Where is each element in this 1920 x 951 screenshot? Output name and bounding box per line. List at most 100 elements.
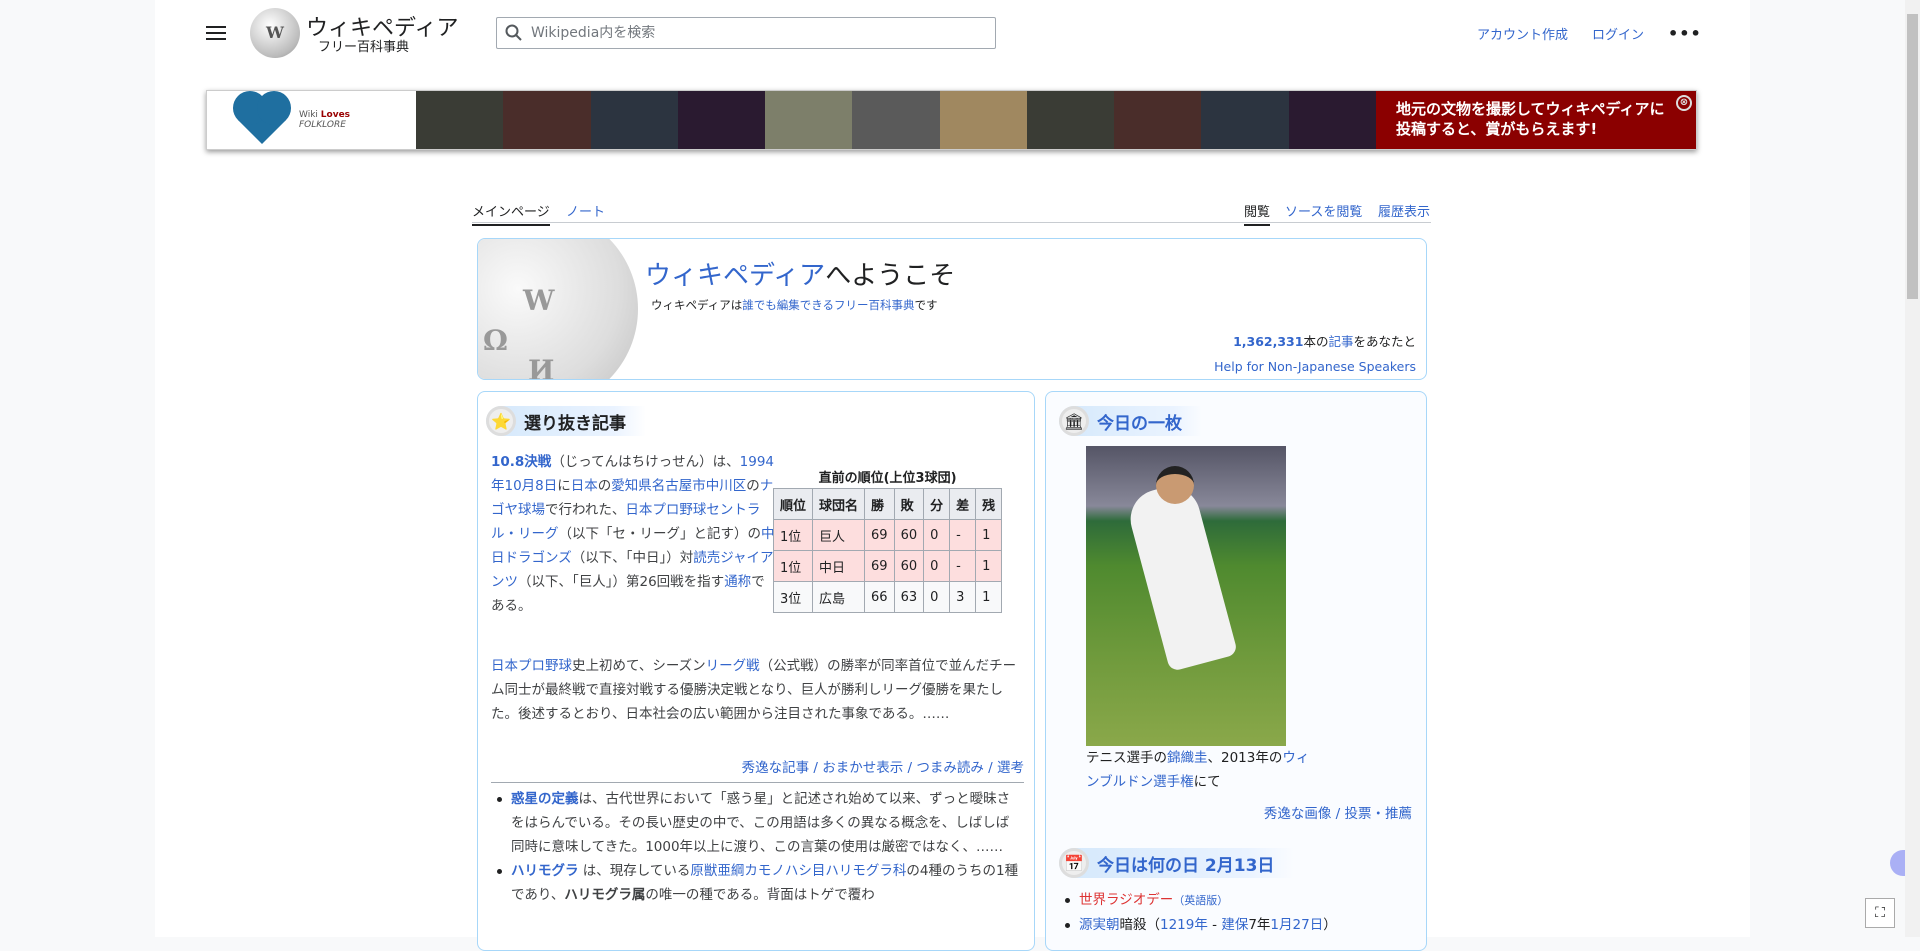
list-item: ハリモグラ は、現存している原獣亜綱カモノハシ目ハリモグラ科の4種のうちの1種で… xyxy=(491,859,1021,907)
search-input[interactable] xyxy=(531,25,971,41)
link[interactable]: 愛知県 xyxy=(611,478,652,494)
text: ウィキペディアは xyxy=(651,298,743,312)
table-row: 1位 巨人 69 60 0-1 xyxy=(772,519,1003,551)
scrollbar-thumb[interactable] xyxy=(1907,14,1918,299)
featured-article-box: ⭐ 選り抜き記事 10.8決戦（じってんはちけっせん）は、1994年10月8日に日… xyxy=(477,391,1035,951)
tab-main-page[interactable]: メインページ xyxy=(472,201,550,226)
museum-icon: 🏛 xyxy=(1059,406,1089,436)
text: 本の xyxy=(1303,334,1329,349)
text: テニス選手の xyxy=(1086,750,1167,766)
welcome-title-link[interactable]: ウィキペディア xyxy=(645,261,825,291)
featured-pictures-link[interactable]: 秀逸な画像 xyxy=(1264,806,1332,822)
link[interactable]: 源実朝 xyxy=(1079,917,1120,933)
text: ハリモグラ属 xyxy=(564,887,646,903)
login-link[interactable]: ログイン xyxy=(1592,24,1644,43)
column-header: 順位 xyxy=(772,488,814,520)
random-link[interactable]: おまかせ表示 xyxy=(822,760,903,776)
fullscreen-icon[interactable]: ⛶ xyxy=(1865,898,1895,928)
section-title: 今日は何の日 2月13日 xyxy=(1097,855,1275,876)
link[interactable]: 日本プロ野球 xyxy=(491,658,572,674)
cell: 60 xyxy=(893,519,925,551)
link[interactable]: 名古屋市 xyxy=(652,478,706,494)
cell: 巨人 xyxy=(812,519,866,551)
page-tabs: メインページ ノート 閲覧 ソースを閲覧 履歴表示 xyxy=(472,198,1431,226)
column-header: 球団名 xyxy=(812,488,866,520)
cell: 中日 xyxy=(812,550,866,582)
cell: 1位 xyxy=(772,550,814,582)
link[interactable]: 10.8決戦 xyxy=(491,454,551,470)
banner-message[interactable]: 地元の文物を撮影してウィキペディアに投稿すると、賞がもらえます! xyxy=(1396,100,1665,138)
link[interactable]: 建保 xyxy=(1221,917,1248,933)
selection-link[interactable]: 選考 xyxy=(997,760,1024,776)
featured-articles-link[interactable]: 秀逸な記事 xyxy=(742,760,810,776)
cell: - xyxy=(949,519,977,551)
link[interactable]: 中川区 xyxy=(706,478,747,494)
campaign-banner[interactable]: Wiki Loves FOLKLORE 地元の文物を撮影してウィキペディアに投稿す… xyxy=(206,90,1697,150)
create-account-link[interactable]: アカウント作成 xyxy=(1477,24,1568,43)
link[interactable]: ハリモグラ xyxy=(511,863,579,879)
column-header: 差 xyxy=(949,488,977,520)
browse-link[interactable]: つまみ読み xyxy=(916,760,984,776)
article-count[interactable]: 1,362,331 xyxy=(1233,334,1303,349)
close-banner-icon[interactable]: ⊗ xyxy=(1676,95,1692,111)
link[interactable]: 通称 xyxy=(724,574,751,590)
text: ） xyxy=(1323,917,1337,933)
search-box[interactable] xyxy=(496,17,996,49)
link[interactable]: 日本 xyxy=(571,478,598,494)
link[interactable]: フリー百科事典 xyxy=(834,298,915,312)
link[interactable]: 編集 xyxy=(777,298,800,312)
picture-of-day-box: 🏛 今日の一枚 テニス選手の錦織圭、2013年のウィンブルドン選手権にて 秀逸な画… xyxy=(1045,391,1427,951)
section-title: 今日の一枚 xyxy=(1097,413,1182,434)
text: をあなたと xyxy=(1353,334,1416,349)
link[interactable]: （英語版） xyxy=(1173,894,1228,907)
text: （以下、「中日」）対 xyxy=(571,550,694,566)
cell: 69 xyxy=(864,519,895,551)
link[interactable]: リーグ戦 xyxy=(706,658,760,674)
link[interactable]: 原獣亜綱カモノハシ目ハリモグラ科 xyxy=(690,863,906,879)
cell: 1 xyxy=(975,581,1003,613)
text: にて xyxy=(1193,774,1221,790)
link[interactable]: 10月8日 xyxy=(505,478,558,494)
text: です xyxy=(914,298,938,312)
cell: 3 xyxy=(949,581,977,613)
column-header: 分 xyxy=(923,488,951,520)
link[interactable]: 錦織圭 xyxy=(1167,750,1208,766)
column-header: 勝 xyxy=(864,488,895,520)
tab-view-source[interactable]: ソースを閲覧 xyxy=(1285,201,1362,224)
vote-link[interactable]: 投票・推薦 xyxy=(1345,806,1413,822)
text: - xyxy=(1207,917,1222,933)
tab-talk[interactable]: ノート xyxy=(566,201,605,224)
link[interactable]: 1月27日 xyxy=(1270,917,1323,933)
cell: 69 xyxy=(864,550,895,582)
column-header: 敗 xyxy=(893,488,925,520)
text: の唯一の種である。背面はトゲで覆わ xyxy=(645,887,875,903)
cell: 1 xyxy=(975,550,1003,582)
table-row: 3位 広島 66 63 0 3 1 xyxy=(772,581,1003,613)
link[interactable]: 誰でも xyxy=(742,298,777,312)
help-link[interactable]: Help for Non-Japanese Speakers xyxy=(1214,359,1416,374)
cell: 0 xyxy=(923,550,951,582)
text: の xyxy=(746,478,760,494)
link[interactable]: 1219年 xyxy=(1160,917,1208,933)
link[interactable]: 惑星の定義 xyxy=(511,791,579,807)
cell: 63 xyxy=(893,581,925,613)
tennis-player-photo[interactable] xyxy=(1086,446,1286,746)
text: で行われた、 xyxy=(545,502,626,518)
scrollbar[interactable] xyxy=(1905,0,1920,937)
text: できる xyxy=(799,298,834,312)
link[interactable]: 記事 xyxy=(1328,334,1353,349)
tab-read[interactable]: 閲覧 xyxy=(1244,201,1271,226)
star-icon: ⭐ xyxy=(486,406,516,436)
tab-history[interactable]: 履歴表示 xyxy=(1378,201,1430,224)
wikipedia-globe-logo[interactable]: W xyxy=(250,8,300,58)
table-row: 1位 中日 69 60 0-1 xyxy=(772,550,1003,582)
logo-word: FOLKLORE xyxy=(299,120,346,130)
more-options-icon[interactable]: ••• xyxy=(1668,24,1702,43)
cell: 3位 xyxy=(772,581,814,613)
text: （以下「セ・リーグ」と記す）の xyxy=(558,526,762,542)
banner-photo-strip xyxy=(416,91,1376,149)
wiki-loves-folklore-logo: Wiki Loves FOLKLORE xyxy=(207,91,416,149)
text: 史上初めて、シーズン xyxy=(572,658,706,674)
link[interactable]: 世界ラジオデー xyxy=(1079,892,1173,908)
main-menu-button[interactable] xyxy=(206,23,226,41)
